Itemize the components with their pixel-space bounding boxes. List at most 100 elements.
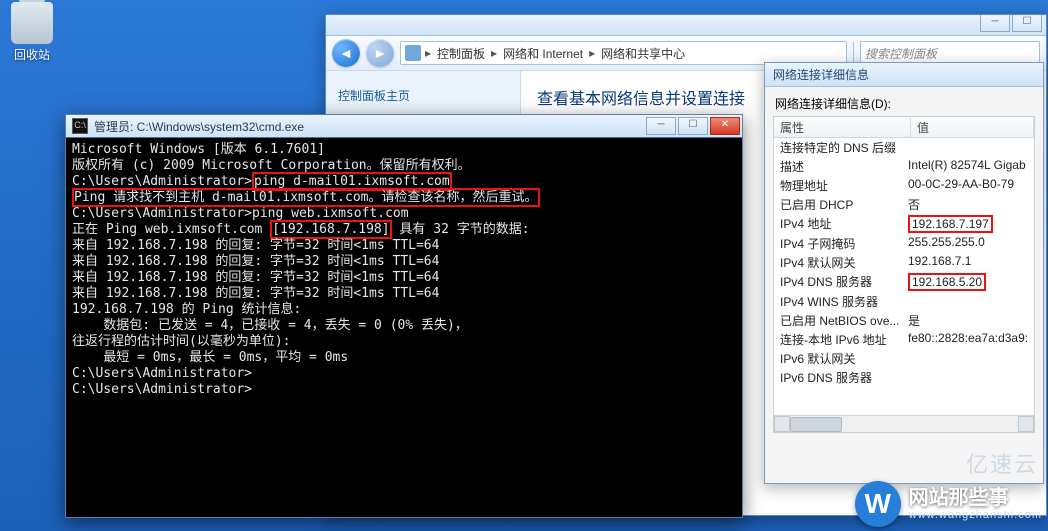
cell-value: fe80::2828:ea7a:d3a9: — [904, 331, 1034, 348]
cell-value: 192.168.5.20 — [904, 273, 1034, 291]
details-titlebar[interactable]: 网络连接详细信息 — [765, 63, 1043, 87]
cmd-line: 来自 192.168.7.198 的回复: 字节=32 时间<1ms TTL=6… — [72, 270, 736, 286]
scroll-right-arrow[interactable] — [1018, 416, 1034, 432]
cell-property: IPv4 子网掩码 — [774, 235, 904, 252]
listview-header[interactable]: 属性 值 — [774, 117, 1034, 138]
cell-value — [904, 293, 1034, 310]
desktop-recycle-bin[interactable]: 回收站 — [2, 0, 62, 63]
search-placeholder: 搜索控制面板 — [865, 45, 937, 62]
recycle-bin-label: 回收站 — [2, 46, 62, 63]
cmd-line: 来自 192.168.7.198 的回复: 字节=32 时间<1ms TTL=6… — [72, 286, 736, 302]
table-row[interactable]: 连接特定的 DNS 后缀 — [774, 138, 1034, 157]
cmd-output[interactable]: Microsoft Windows [版本 6.1.7601]版权所有 (c) … — [66, 138, 742, 518]
sidebar-link-home[interactable]: 控制面板主页 — [338, 87, 508, 104]
table-row[interactable]: 连接-本地 IPv6 地址fe80::2828:ea7a:d3a9: — [774, 330, 1034, 349]
cmd-icon: C:\ — [72, 118, 88, 134]
cell-value: Intel(R) 82574L Gigab — [904, 158, 1034, 175]
cell-property: IPv4 默认网关 — [774, 254, 904, 271]
cmd-line: 最短 = 0ms，最长 = 0ms，平均 = 0ms — [72, 350, 736, 366]
cell-property: 已启用 DHCP — [774, 196, 904, 213]
cell-value: 是 — [904, 312, 1034, 329]
watermark-url: www.wangzhanshi.com — [909, 509, 1042, 521]
nav-forward-button[interactable]: ► — [366, 39, 394, 67]
cell-value: 00-0C-29-AA-B0-79 — [904, 177, 1034, 194]
table-row[interactable]: IPv4 默认网关192.168.7.1 — [774, 253, 1034, 272]
cell-value: 192.168.7.1 — [904, 254, 1034, 271]
cell-property: 连接特定的 DNS 后缀 — [774, 139, 904, 156]
watermark-site: W 网站那些事 www.wangzhanshi.com — [855, 481, 1042, 527]
cmd-line: Microsoft Windows [版本 6.1.7601] — [72, 142, 736, 158]
table-row[interactable]: IPv4 地址192.168.7.197 — [774, 214, 1034, 234]
close-button[interactable]: ✕ — [710, 117, 740, 135]
details-label: 网络连接详细信息(D): — [765, 87, 1043, 116]
chevron-right-icon: ▸ — [491, 46, 497, 60]
cell-value — [904, 369, 1034, 386]
cell-property: 描述 — [774, 158, 904, 175]
table-row[interactable]: 已启用 NetBIOS ove...是 — [774, 311, 1034, 330]
breadcrumb-seg-controlpanel[interactable]: 控制面板 — [433, 45, 489, 62]
table-row[interactable]: IPv4 DNS 服务器192.168.5.20 — [774, 272, 1034, 292]
toolbar-divider — [853, 42, 854, 64]
cell-property: 物理地址 — [774, 177, 904, 194]
cmd-line: C:\Users\Administrator> — [72, 382, 736, 398]
table-row[interactable]: 描述Intel(R) 82574L Gigab — [774, 157, 1034, 176]
column-value[interactable]: 值 — [911, 117, 1034, 137]
cell-property: IPv4 地址 — [774, 215, 904, 233]
cmd-line: 来自 192.168.7.198 的回复: 字节=32 时间<1ms TTL=6… — [72, 238, 736, 254]
cell-property: IPv4 WINS 服务器 — [774, 293, 904, 310]
breadcrumb-seg-network[interactable]: 网络和 Internet — [499, 45, 587, 62]
cell-property: 连接-本地 IPv6 地址 — [774, 331, 904, 348]
cell-property: IPv4 DNS 服务器 — [774, 273, 904, 291]
cmd-line: C:\Users\Administrator>ping web.ixmsoft.… — [72, 206, 736, 222]
netcenter-titlebar[interactable]: ─ ☐ — [326, 15, 1046, 36]
maximize-button[interactable]: ☐ — [1012, 15, 1042, 32]
cell-value — [904, 350, 1034, 367]
chevron-right-icon: ▸ — [589, 46, 595, 60]
cmd-titlebar[interactable]: C:\ 管理员: C:\Windows\system32\cmd.exe ─ ☐… — [66, 115, 742, 138]
cmd-line: 192.168.7.198 的 Ping 统计信息: — [72, 302, 736, 318]
cmd-line: 往返行程的估计时间(以毫秒为单位): — [72, 334, 736, 350]
table-row[interactable]: 已启用 DHCP否 — [774, 195, 1034, 214]
cell-property: 已启用 NetBIOS ove... — [774, 312, 904, 329]
table-row[interactable]: IPv4 子网掩码255.255.255.0 — [774, 234, 1034, 253]
chevron-right-icon: ▸ — [425, 46, 431, 60]
breadcrumb-seg-sharing[interactable]: 网络和共享中心 — [597, 45, 689, 62]
scroll-track[interactable] — [790, 416, 1018, 432]
cell-value: 否 — [904, 196, 1034, 213]
cmd-line: 正在 Ping web.ixmsoft.com [192.168.7.198] … — [72, 222, 736, 238]
scroll-thumb[interactable] — [790, 417, 842, 432]
cell-value — [904, 139, 1034, 156]
highlight-ping-error: Ping 请求找不到主机 d-mail01.ixmsoft.com。请检查该名称… — [72, 188, 540, 207]
cell-property: IPv6 默认网关 — [774, 350, 904, 367]
minimize-button[interactable]: ─ — [980, 15, 1010, 32]
cmd-line: Ping 请求找不到主机 d-mail01.ixmsoft.com。请检查该名称… — [72, 190, 736, 206]
watermark-badge: W — [855, 481, 901, 527]
recycle-bin-icon — [11, 2, 53, 44]
table-row[interactable]: IPv6 默认网关 — [774, 349, 1034, 368]
highlighted-value: 192.168.7.197 — [908, 215, 993, 233]
cmd-line: C:\Users\Administrator> — [72, 366, 736, 382]
column-property[interactable]: 属性 — [774, 117, 911, 137]
cmd-line: 来自 192.168.7.198 的回复: 字节=32 时间<1ms TTL=6… — [72, 254, 736, 270]
cell-value: 192.168.7.197 — [904, 215, 1034, 233]
details-listview[interactable]: 属性 值 连接特定的 DNS 后缀描述Intel(R) 82574L Gigab… — [773, 116, 1035, 433]
watermark-title: 网站那些事 — [909, 487, 1042, 509]
window-cmd: C:\ 管理员: C:\Windows\system32\cmd.exe ─ ☐… — [65, 114, 743, 518]
cmd-line: 数据包: 已发送 = 4，已接收 = 4，丢失 = 0 (0% 丢失)， — [72, 318, 736, 334]
cmd-title: 管理员: C:\Windows\system32\cmd.exe — [94, 118, 644, 135]
highlight-ip: [192.168.7.198] — [270, 220, 391, 239]
table-row[interactable]: IPv6 DNS 服务器 — [774, 368, 1034, 387]
nav-back-button[interactable]: ◄ — [332, 39, 360, 67]
control-panel-icon — [405, 45, 421, 61]
table-row[interactable]: 物理地址00-0C-29-AA-B0-79 — [774, 176, 1034, 195]
minimize-button[interactable]: ─ — [646, 117, 676, 135]
highlighted-value: 192.168.5.20 — [908, 273, 986, 291]
scroll-left-arrow[interactable] — [774, 416, 790, 432]
watermark-yiyun: 亿速云 — [966, 447, 1038, 479]
listview-rows: 连接特定的 DNS 后缀描述Intel(R) 82574L Gigab物理地址0… — [774, 138, 1034, 387]
table-row[interactable]: IPv4 WINS 服务器 — [774, 292, 1034, 311]
maximize-button[interactable]: ☐ — [678, 117, 708, 135]
cell-value: 255.255.255.0 — [904, 235, 1034, 252]
horizontal-scrollbar[interactable] — [774, 415, 1034, 432]
cell-property: IPv6 DNS 服务器 — [774, 369, 904, 386]
